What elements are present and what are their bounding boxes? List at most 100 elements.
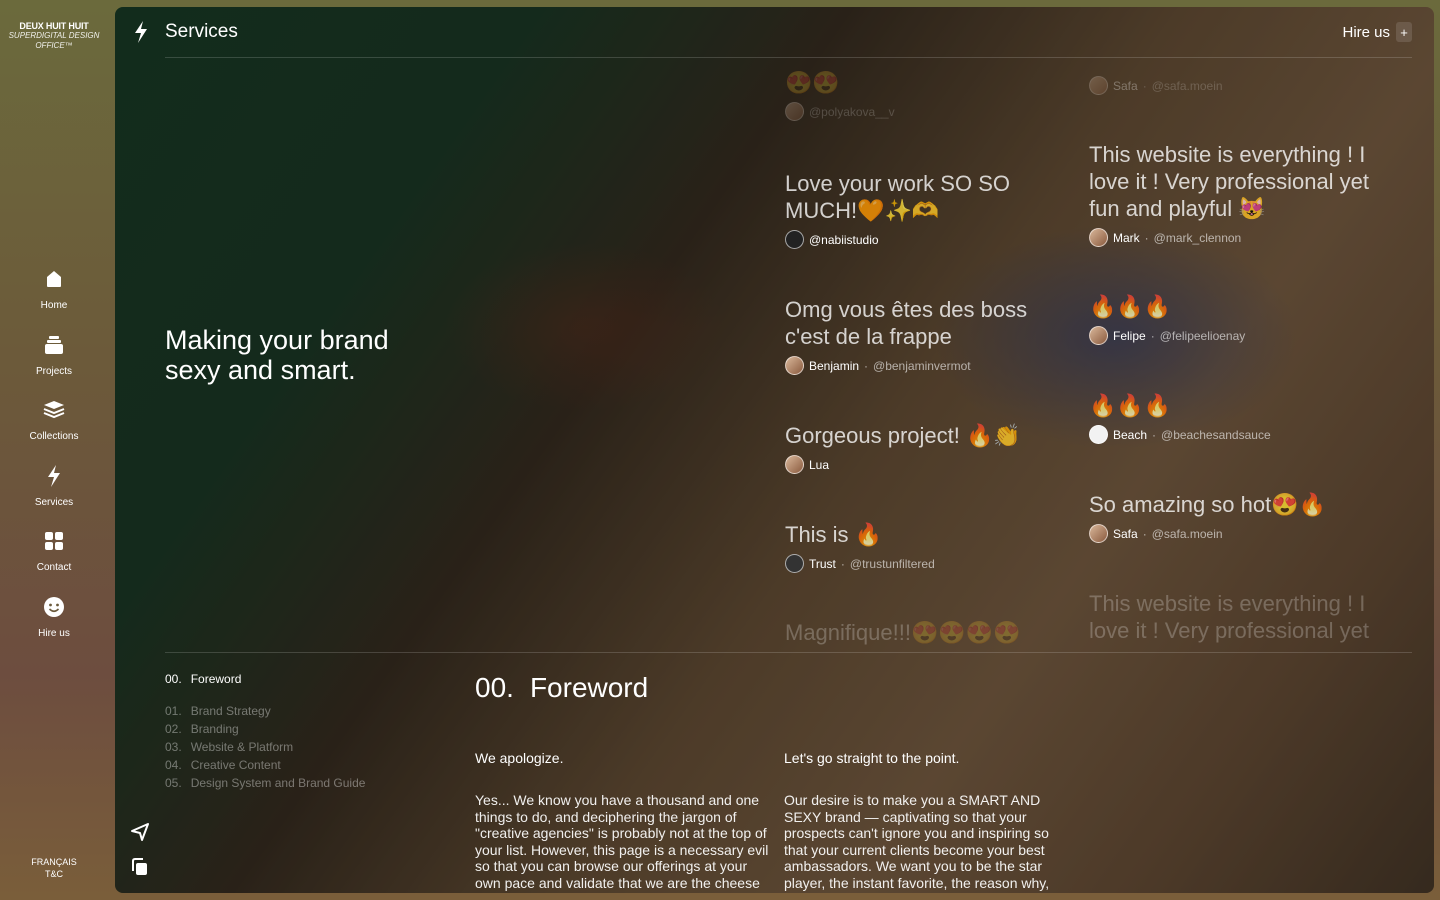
column-heading: Let's go straight to the point. — [784, 750, 960, 766]
toc-item-creative-content[interactable]: 04. Creative Content — [165, 756, 365, 774]
testimonial-meta: Safa · @safa.moein — [1089, 76, 1379, 95]
page-title: Services — [165, 21, 238, 42]
intro-column-1: We apologize. Yes... We know you have a … — [475, 750, 770, 893]
testimonial-meta: Beach · @beachesandsauce — [1089, 425, 1379, 444]
smiley-icon — [43, 596, 65, 618]
testimonial-name: Safa — [1113, 78, 1138, 93]
main-nav: Home Projects Collections Services Conta… — [0, 268, 108, 661]
testimonial-item: This is 🔥 Trust · @trustunfiltered — [785, 521, 1075, 573]
contact-icon — [43, 530, 65, 552]
testimonial-item: Gorgeous project! 🔥👏 Lua — [785, 422, 1075, 474]
testimonial-message: 🔥🔥🔥 — [1089, 294, 1172, 319]
testimonial-meta: @polyakova__v — [785, 102, 1075, 121]
testimonial-handle[interactable]: @benjaminvermot — [873, 359, 971, 373]
nav-item-hire-us[interactable]: Hire us — [0, 596, 108, 662]
testimonial-meta: Trust · @trustunfiltered — [785, 554, 1075, 573]
avatar — [1089, 76, 1108, 95]
testimonial-name: Beach — [1113, 427, 1148, 442]
collections-icon — [43, 399, 65, 421]
hire-us-label: Hire us — [1342, 23, 1390, 41]
toc-item-brand-strategy[interactable]: 01. Brand Strategy — [165, 702, 365, 720]
section-number: 00. — [475, 672, 514, 703]
nav-item-contact[interactable]: Contact — [0, 530, 108, 596]
toc-number: 00. — [165, 672, 182, 686]
terms-link[interactable]: T&C — [0, 868, 108, 880]
testimonial-item: 😍😍 @polyakova__v — [785, 69, 1075, 121]
send-icon[interactable] — [130, 822, 152, 844]
testimonial-handle[interactable]: @mark_clennon — [1154, 231, 1242, 245]
bolt-icon — [132, 21, 150, 43]
brand-tagline: SUPERDIGITAL DESIGN OFFICE™ — [8, 31, 100, 50]
toc-label: Creative Content — [190, 758, 281, 772]
nav-label-collections: Collections — [29, 431, 79, 442]
plus-icon: + — [1396, 22, 1412, 42]
testimonial-meta: Benjamin · @benjaminvermot — [785, 356, 1075, 375]
section-heading: 00. Foreword — [475, 672, 648, 704]
intro-column-2: Let's go straight to the point. Our desi… — [784, 750, 1064, 893]
avatar — [785, 102, 804, 121]
toc-label: Branding — [190, 722, 239, 736]
testimonial-item: This website is everything ! I love it !… — [1089, 590, 1379, 645]
testimonial-name: Mark — [1113, 230, 1140, 245]
testimonial-item: 🔥🔥🔥 Beach · @beachesandsauce — [1089, 392, 1379, 444]
testimonial-meta: Felipe · @felipeelioenay — [1089, 326, 1379, 345]
toc-item-branding[interactable]: 02. Branding — [165, 720, 365, 738]
toc-number: 03. — [165, 740, 182, 754]
testimonial-handle[interactable]: @felipeelioenay — [1160, 329, 1246, 343]
section-title: Foreword — [529, 672, 649, 703]
main-panel: Services Hire us + Making your brand sex… — [115, 7, 1434, 893]
avatar — [1089, 425, 1108, 444]
testimonial-name: Felipe — [1113, 328, 1146, 343]
testimonial-message: Omg vous êtes des boss c'est de la frapp… — [785, 297, 1028, 349]
avatar — [785, 554, 804, 573]
testimonial-handle[interactable]: @nabiistudio — [809, 233, 879, 247]
testimonial-item: Safa · @safa.moein — [1089, 76, 1379, 95]
nav-item-home[interactable]: Home — [0, 268, 108, 334]
bolt-icon — [43, 464, 65, 487]
nav-item-projects[interactable]: Projects — [0, 334, 108, 400]
copy-icon[interactable] — [130, 857, 152, 879]
testimonial-handle[interactable]: @beachesandsauce — [1161, 428, 1271, 442]
testimonial-name: Lua — [809, 457, 830, 472]
testimonial-handle[interactable]: @polyakova__v — [809, 105, 895, 119]
testimonial-message: Love your work SO SO MUCH!🧡✨🫶 — [785, 171, 1010, 223]
testimonial-message: So amazing so hot😍🔥 — [1089, 492, 1327, 517]
nav-item-collections[interactable]: Collections — [0, 399, 108, 465]
toc-item-website-platform[interactable]: 03. Website & Platform — [165, 738, 365, 756]
testimonial-message: 🔥🔥🔥 — [1089, 393, 1172, 418]
nav-item-services[interactable]: Services — [0, 464, 108, 531]
nav-label-services: Services — [34, 496, 74, 508]
testimonial-handle[interactable]: @trustunfiltered — [850, 557, 935, 571]
rail-footer: FRANÇAIS T&C — [0, 856, 108, 880]
testimonial-message: This is 🔥 — [785, 522, 883, 547]
divider — [165, 652, 1412, 653]
testimonial-item: This website is everything ! I love it !… — [1089, 141, 1379, 247]
column-heading: We apologize. — [475, 750, 564, 766]
testimonial-item: Omg vous êtes des boss c'est de la frapp… — [785, 296, 1075, 375]
toc-number: 04. — [165, 758, 182, 772]
toc-item-design-system[interactable]: 05. Design System and Brand Guide — [165, 774, 365, 792]
toc-label: Website & Platform — [190, 740, 294, 754]
testimonial-handle[interactable]: @safa.moein — [1152, 527, 1223, 541]
brand-logo[interactable]: DEUX HUIT HUIT SUPERDIGITAL DESIGN OFFIC… — [0, 21, 108, 51]
testimonial-meta: Safa · @safa.moein — [1089, 524, 1379, 543]
testimonial-name: Safa — [1113, 526, 1138, 541]
testimonial-meta: @nabiistudio — [785, 230, 1075, 249]
toc-label: Brand Strategy — [190, 704, 271, 718]
testimonial-meta: Mark · @mark_clennon — [1089, 228, 1379, 247]
avatar — [1089, 524, 1108, 543]
hero-heading: Making your brand sexy and smart. — [165, 325, 389, 385]
toc-label: Design System and Brand Guide — [190, 776, 366, 790]
left-rail: DEUX HUIT HUIT SUPERDIGITAL DESIGN OFFIC… — [0, 0, 108, 900]
column-body: Our desire is to make you a SMART AND SE… — [784, 792, 1052, 893]
testimonial-handle[interactable]: @safa.moein — [1152, 79, 1223, 93]
toc-label: Foreword — [190, 672, 242, 686]
testimonial-message: This website is everything ! I love it !… — [1089, 591, 1370, 643]
nav-label-home: Home — [40, 300, 68, 311]
language-link[interactable]: FRANÇAIS — [0, 856, 108, 868]
toc-number: 01. — [165, 704, 182, 718]
testimonial-item: Magnifique!!!😍😍😍😍 — [785, 619, 1075, 647]
toc-item-foreword[interactable]: 00. Foreword — [165, 670, 365, 688]
avatar — [1089, 326, 1108, 345]
hire-us-button[interactable]: Hire us + — [1342, 22, 1412, 42]
